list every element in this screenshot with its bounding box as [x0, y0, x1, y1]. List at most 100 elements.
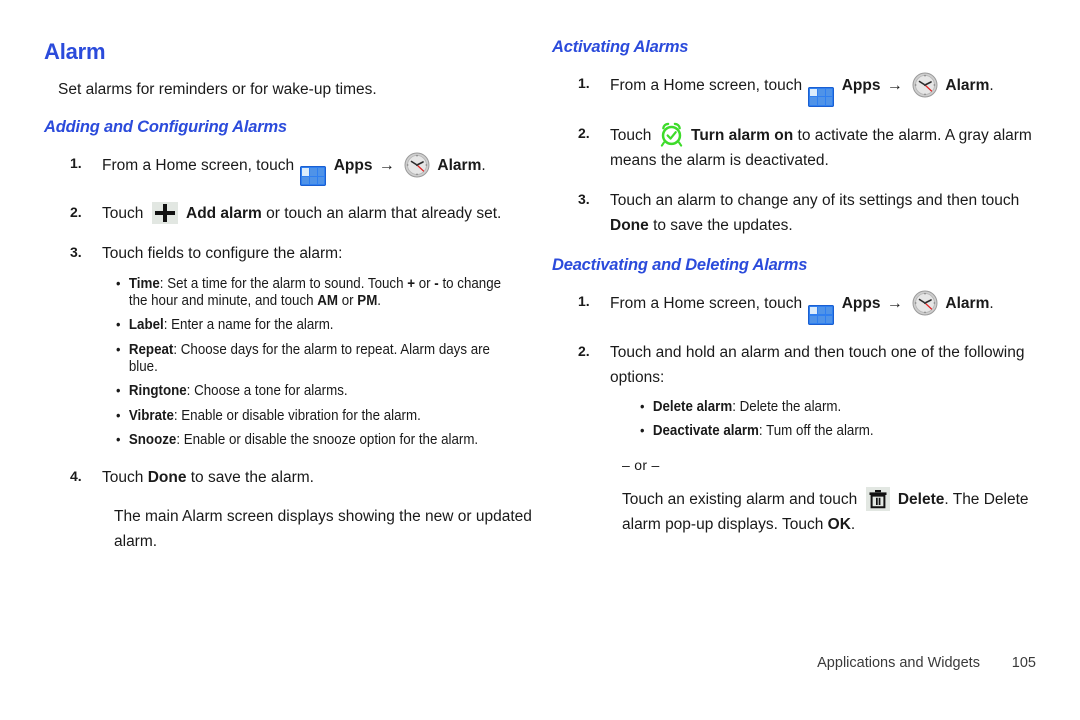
step-text-after: to save the updates.	[653, 217, 793, 235]
ok-label: OK	[827, 515, 851, 533]
bullet-label: Ringtone	[128, 383, 187, 400]
done-label: Done	[610, 217, 649, 235]
alarm-label: Alarm	[945, 295, 990, 313]
step-item: 2. Touch and hold an alarm and then touc…	[566, 340, 1052, 441]
list-item: Deactivate alarm: Tum off the alarm.	[640, 422, 1019, 440]
bullet-text: .	[377, 292, 382, 309]
alarm-label: Alarm	[945, 76, 990, 94]
step-number: 3.	[578, 190, 590, 207]
step-number: 2.	[578, 124, 590, 141]
left-column: Alarm Set alarms for reminders or for wa…	[44, 0, 544, 554]
plus-symbol: +	[407, 275, 415, 292]
list-item: Snooze: Enable or disable the snooze opt…	[116, 431, 510, 449]
heading-adding-configuring: Adding and Configuring Alarms	[44, 117, 287, 136]
page-title: Alarm	[44, 39, 106, 64]
bullet-label: Vibrate	[128, 407, 174, 424]
step-item: 4. Touch Done to save the alarm.	[58, 465, 544, 490]
step-text: From a Home screen, touch	[610, 295, 803, 313]
analog-clock-icon	[912, 290, 938, 316]
step-number: 3.	[70, 244, 82, 261]
pm-label: PM	[357, 292, 378, 309]
bullet-label: Time	[128, 275, 160, 292]
bullet-text: : Set a time for the alarm to sound. Tou…	[159, 275, 408, 292]
delete-options-list: Delete alarm: Delete the alarm. Deactiva…	[610, 398, 1052, 441]
page-footer: Applications and Widgets 105	[0, 655, 1080, 671]
period: .	[989, 295, 994, 313]
period: .	[481, 156, 486, 174]
step-number: 1.	[578, 74, 590, 91]
step-number: 1.	[70, 154, 82, 171]
step-item: 2. Touch Turn alarm on to activate the a…	[566, 122, 1052, 173]
step-item: 1. From a Home screen, touch Apps → Alar…	[566, 290, 1052, 325]
list-item: Ringtone: Choose a tone for alarms.	[116, 382, 510, 400]
apps-grid-icon	[300, 166, 327, 187]
bullet-text: : Tum off the alarm.	[758, 423, 874, 440]
note-text: Touch an existing alarm and touch	[622, 490, 858, 508]
step-text: Touch and hold an alarm and then touch o…	[610, 343, 1025, 386]
bullet-label: Repeat	[128, 341, 174, 358]
alarm-on-green-icon	[660, 122, 682, 147]
apps-grid-icon	[808, 304, 835, 325]
analog-clock-icon	[912, 72, 938, 98]
step-item: 1. From a Home screen, touch Apps → Alar…	[566, 72, 1052, 107]
step-note: The main Alarm screen displays showing t…	[114, 507, 532, 550]
alarm-label: Alarm	[437, 156, 482, 174]
apps-label: Apps	[841, 76, 881, 94]
apps-grid-icon	[808, 86, 835, 107]
intro-text: Set alarms for reminders or for wake-up …	[58, 81, 377, 99]
step-text: Touch	[102, 468, 144, 486]
step-item: 3. Touch an alarm to change any of its s…	[566, 188, 1052, 238]
delete-note: Touch an existing alarm and touch Delete…	[622, 486, 1052, 537]
bullet-label: Deactivate alarm	[652, 423, 759, 440]
step-number: 2.	[578, 342, 590, 359]
bullet-text: : Choose a tone for alarms.	[186, 383, 348, 400]
delete-label: Delete	[897, 490, 945, 508]
bullet-text: : Enter a name for the alarm.	[163, 317, 334, 334]
list-item: Repeat: Choose days for the alarm to rep…	[116, 341, 510, 377]
step-number: 2.	[70, 204, 82, 221]
bullet-label: Label	[128, 317, 164, 334]
list-item: Label: Enter a name for the alarm.	[116, 316, 510, 334]
bullet-text: or	[338, 292, 358, 309]
list-item: Delete alarm: Delete the alarm.	[640, 398, 1019, 416]
turn-alarm-on-label: Turn alarm on	[691, 126, 794, 144]
arrow-icon: →	[886, 295, 903, 313]
add-alarm-label: Add alarm	[186, 205, 262, 223]
list-item: Time: Set a time for the alarm to sound.…	[116, 275, 510, 311]
period: .	[989, 76, 994, 94]
step-text: Touch an alarm to change any of its sett…	[610, 191, 1020, 209]
step-text: Touch fields to configure the alarm:	[102, 245, 343, 263]
add-plus-icon	[151, 202, 178, 225]
bullet-text: : Delete the alarm.	[732, 399, 842, 416]
note-text-end: .	[850, 515, 856, 533]
bullet-label: Snooze	[128, 432, 177, 449]
arrow-icon: →	[378, 156, 395, 174]
am-label: AM	[317, 292, 339, 309]
step-item: 3. Touch fields to configure the alarm: …	[58, 241, 544, 449]
heading-activating-alarms: Activating Alarms	[552, 38, 689, 56]
bullet-text: : Enable or disable vibration for the al…	[173, 407, 421, 424]
apps-label: Apps	[333, 156, 373, 174]
configure-fields-list: Time: Set a time for the alarm to sound.…	[102, 275, 544, 450]
step-text-after: to save the alarm.	[190, 468, 314, 486]
done-label: Done	[147, 468, 187, 486]
bullet-text: or	[415, 275, 435, 292]
footer-section-label: Applications and Widgets	[817, 655, 980, 671]
step-number: 1.	[578, 293, 590, 310]
or-separator: – or –	[622, 456, 660, 473]
apps-label: Apps	[841, 295, 881, 313]
step-item: 1. From a Home screen, touch Apps → Alar…	[58, 152, 544, 187]
step-number: 4.	[70, 467, 82, 484]
step-text: Touch	[610, 126, 652, 144]
step-text: From a Home screen, touch	[610, 76, 803, 94]
page-number: 105	[1011, 655, 1036, 671]
delete-trash-icon	[865, 486, 890, 511]
step-item: 2. Touch Add alarm or touch an alarm tha…	[58, 201, 544, 226]
bullet-text: : Enable or disable the snooze option fo…	[176, 432, 479, 449]
step-text-after: or touch an alarm that already set.	[266, 205, 502, 223]
bullet-label: Delete alarm	[652, 399, 733, 416]
list-item: Vibrate: Enable or disable vibration for…	[116, 407, 510, 425]
right-column: Activating Alarms 1. From a Home screen,…	[552, 0, 1052, 537]
step-text: Touch	[102, 205, 144, 223]
manual-page: Alarm Set alarms for reminders or for wa…	[0, 0, 1080, 720]
